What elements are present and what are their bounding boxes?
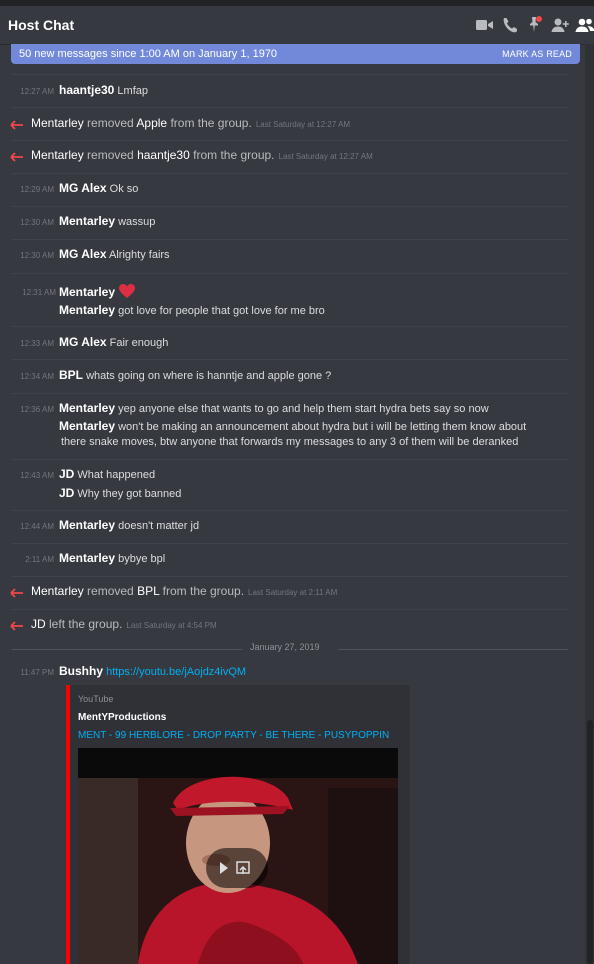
message-text: Lmfap [117, 85, 148, 97]
message-timestamp: 12:36 AM [20, 405, 54, 414]
mark-as-read-button[interactable]: MARK AS READ [502, 49, 572, 59]
system-actor[interactable]: Mentarley [31, 148, 84, 162]
channel-title: Host Chat [8, 17, 75, 33]
message-timestamp: 12:30 AM [20, 218, 54, 227]
message-text: yep anyone else that wants to go and hel… [118, 403, 489, 415]
message-divider [12, 359, 568, 360]
member-removed-arrow-icon [10, 118, 24, 130]
system-target[interactable]: BPL [137, 584, 159, 598]
date-separator-label: January 27, 2019 [250, 642, 320, 652]
message-author[interactable]: JD [59, 486, 74, 500]
system-timestamp: Last Saturday at 12:27 AM [255, 120, 351, 129]
youtube-link[interactable]: https://youtu.be/jAojdz4ivQM [106, 666, 246, 678]
system-target[interactable]: haantje30 [137, 148, 190, 162]
video-thumbnail[interactable] [78, 748, 398, 964]
message-divider [12, 140, 568, 141]
system-actor[interactable]: JD [31, 617, 46, 631]
scrollbar-thumb[interactable] [587, 720, 593, 964]
message-author[interactable]: Mentarley [59, 285, 115, 299]
message-timestamp: 11:47 PM [20, 668, 54, 677]
message-divider [12, 609, 568, 610]
message-text: Why they got banned [77, 488, 182, 500]
video-call-icon[interactable] [475, 14, 495, 36]
message-text: there snake moves, btw anyone that forwa… [61, 436, 519, 448]
message-divider [12, 239, 568, 240]
message-author[interactable]: Mentarley [59, 303, 115, 317]
date-separator: January 27, 2019 [12, 642, 568, 656]
message-timestamp: 2:11 AM [25, 555, 54, 564]
message-text: got love for people that got love for me… [118, 305, 325, 317]
embed-provider: YouTube [78, 694, 114, 704]
member-left-arrow-icon [10, 619, 24, 631]
message-divider [12, 206, 568, 207]
pinned-messages-icon[interactable] [525, 14, 545, 36]
member-removed-arrow-icon [10, 150, 24, 162]
message-divider [12, 74, 568, 75]
message-author[interactable]: Mentarley [59, 419, 115, 433]
heart-emoji-icon [118, 283, 136, 299]
message-text: whats going on where is hanntje and appl… [86, 370, 332, 382]
message-author[interactable]: haantje30 [59, 83, 114, 97]
message-text: bybye bpl [118, 553, 166, 565]
new-messages-banner[interactable]: 50 new messages since 1:00 AM on January… [11, 44, 580, 64]
message-author[interactable]: MG Alex [59, 181, 107, 195]
youtube-embed: YouTube MentYProductions MENT - 99 HERBL… [66, 685, 410, 964]
channel-header: Host Chat [0, 6, 594, 44]
message-timestamp: 12:43 AM [20, 471, 54, 480]
message-author[interactable]: JD [59, 467, 74, 481]
message-divider [12, 273, 568, 274]
message-timestamp: 12:29 AM [20, 185, 54, 194]
message-author[interactable]: BPL [59, 368, 83, 382]
message-text: Ok so [109, 183, 139, 195]
message-author[interactable]: Mentarley [59, 214, 115, 228]
add-friend-icon[interactable] [550, 14, 570, 36]
message-author[interactable]: Bushhy [59, 664, 103, 678]
message-timestamp: 12:30 AM [20, 251, 54, 260]
voice-call-icon[interactable] [500, 14, 520, 36]
message-timestamp: 12:31 AM [22, 288, 56, 297]
message-divider [12, 393, 568, 394]
message-timestamp: 12:44 AM [20, 522, 54, 531]
embed-author[interactable]: MentYProductions [78, 712, 166, 723]
play-button[interactable] [206, 848, 268, 888]
message-divider [12, 459, 568, 460]
message-text: Fair enough [109, 337, 169, 349]
system-timestamp: Last Saturday at 4:54 PM [126, 621, 217, 630]
message-divider [12, 326, 568, 327]
system-timestamp: Last Saturday at 2:11 AM [248, 588, 338, 597]
message-text: wassup [118, 216, 156, 228]
message-timestamp: 12:33 AM [20, 339, 54, 348]
play-icon [220, 861, 250, 874]
system-actor[interactable]: Mentarley [31, 584, 84, 598]
message-divider [12, 576, 568, 577]
message-text: Alrighty fairs [109, 249, 170, 261]
message-text: doesn't matter jd [118, 520, 200, 532]
message-author[interactable]: Mentarley [59, 518, 115, 532]
new-messages-text: 50 new messages since 1:00 AM on January… [19, 48, 278, 60]
message-divider [12, 173, 568, 174]
system-target[interactable]: Apple [136, 116, 167, 130]
message-divider [12, 107, 568, 108]
message-author[interactable]: MG Alex [59, 335, 107, 349]
message-text: What happened [77, 469, 156, 481]
member-list-icon[interactable] [575, 14, 594, 36]
system-actor[interactable]: Mentarley [31, 116, 84, 130]
message-author[interactable]: Mentarley [59, 551, 115, 565]
message-text: won't be making an announcement about hy… [118, 421, 527, 433]
member-removed-arrow-icon [10, 586, 24, 598]
message-divider [12, 543, 568, 544]
message-timestamp: 12:27 AM [20, 87, 54, 96]
system-timestamp: Last Saturday at 12:27 AM [278, 152, 373, 161]
message-author[interactable]: Mentarley [59, 401, 115, 415]
message-timestamp: 12:34 AM [20, 372, 54, 381]
embed-title[interactable]: MENT - 99 HERBLORE - DROP PARTY - BE THE… [78, 730, 389, 741]
message-author[interactable]: MG Alex [59, 247, 107, 261]
message-divider [12, 510, 568, 511]
